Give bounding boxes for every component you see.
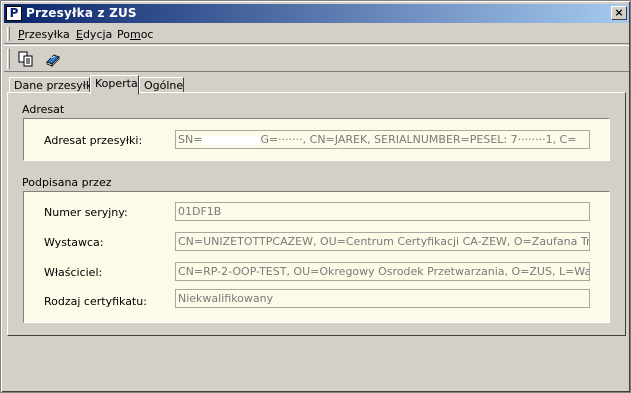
- field-label-numer-seryjny: Numer seryjny:: [44, 206, 128, 219]
- toolbar-grip[interactable]: [7, 49, 10, 69]
- tab-panel-koperta: Adresat Adresat przesyłki: SN= G=·······,…: [7, 92, 626, 336]
- window-title: Przesyłka z ZUS: [26, 6, 137, 20]
- section-heading-adresat: Adresat: [22, 103, 65, 116]
- close-button[interactable]: ×: [611, 6, 627, 20]
- redacted-block: [202, 135, 261, 145]
- numer-seryjny-field[interactable]: 01DF1B: [175, 202, 590, 221]
- copy-button[interactable]: [14, 48, 38, 70]
- group-adresat: Adresat przesyłki: SN= G=·······, CN=JARE…: [23, 118, 610, 161]
- toolbar: [4, 45, 629, 72]
- rodzaj-certyfikatu-field[interactable]: Niekwalifikowany: [175, 289, 590, 308]
- tab-koperta[interactable]: Koperta: [90, 75, 139, 95]
- field-label-adresat: Adresat przesyłki:: [44, 134, 143, 147]
- menu-przesylka[interactable]: Przesyłka: [18, 28, 70, 41]
- copy-icon: [18, 51, 33, 67]
- group-podpisana: Numer seryjny: 01DF1B Wystawca: CN=UNIZE…: [23, 191, 610, 323]
- adresat-field[interactable]: SN= G=·······, CN=JAREK, SERIALNUMBER=PES…: [175, 130, 590, 149]
- menu-edycja[interactable]: Edycja: [76, 28, 112, 41]
- section-heading-podpisana: Podpisana przez: [22, 176, 112, 189]
- book-icon: [46, 54, 60, 67]
- book-button[interactable]: [41, 48, 65, 70]
- window: P Przesyłka z ZUS × Przesyłka Edycja Pom…: [0, 0, 631, 393]
- field-label-wystawca: Wystawca:: [44, 236, 104, 249]
- close-icon: ×: [614, 6, 624, 19]
- field-label-wlasciciel: Właściciel:: [44, 266, 103, 279]
- wystawca-field[interactable]: CN=UNIZETOTTPCAZEW, OU=Centrum Certyfika…: [175, 232, 590, 251]
- app-icon: P: [6, 6, 22, 21]
- menu-pomoc[interactable]: Pomoc: [117, 28, 153, 41]
- title-bar[interactable]: P Przesyłka z ZUS ×: [4, 4, 629, 23]
- field-label-rodzaj-certyfikatu: Rodzaj certyfikatu:: [44, 295, 147, 308]
- wlasciciel-field[interactable]: CN=RP-2-OOP-TEST, OU=Okregowy Osrodek Pr…: [175, 262, 590, 281]
- menu-bar: Przesyłka Edycja Pomoc: [4, 24, 629, 44]
- menu-grip[interactable]: [7, 27, 10, 41]
